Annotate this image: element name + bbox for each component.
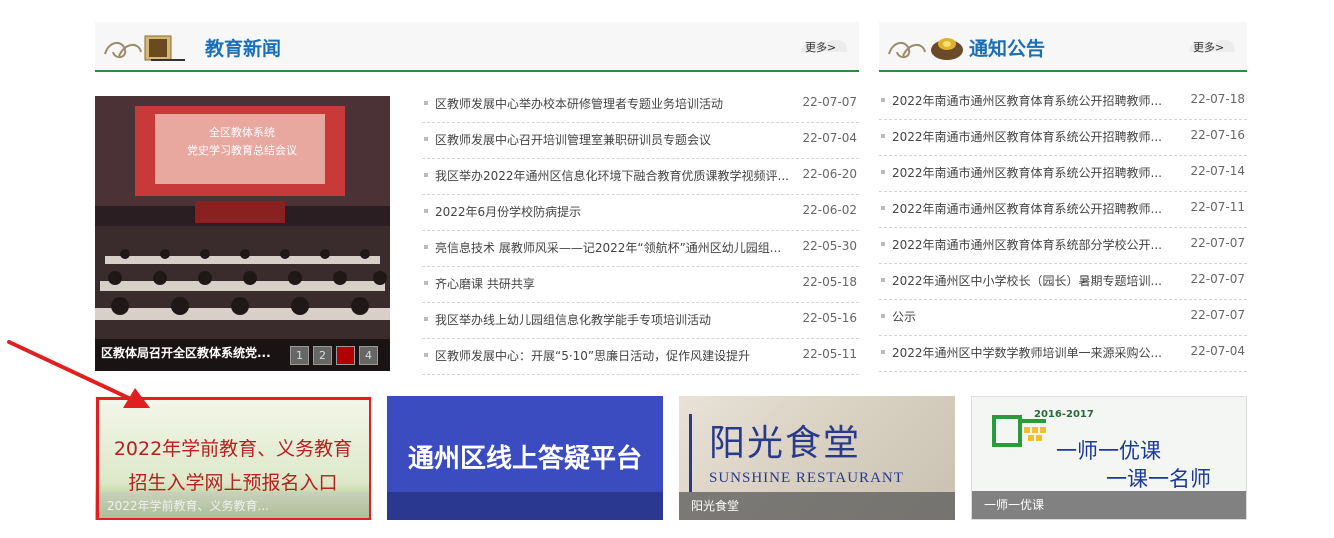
- list-item[interactable]: 区教师发展中心举办校本研修管理者专题业务培训活动 22-07-07: [422, 86, 859, 123]
- bullet-icon: [881, 350, 885, 354]
- news-item-date: 22-07-07: [802, 95, 857, 109]
- news-item-date: 22-05-18: [802, 275, 857, 289]
- list-item[interactable]: 我区举办2022年通州区信息化环境下融合教育优质课教学视频评... 22-06-2…: [422, 158, 859, 195]
- bullet-icon: [881, 98, 885, 102]
- bullet-icon: [881, 314, 885, 318]
- notice-item-title[interactable]: 公示: [892, 308, 916, 325]
- bullet-icon: [424, 173, 428, 177]
- canteen-title-cn: 阳光食堂: [709, 423, 862, 464]
- qa-platform-footer-bar: [387, 492, 663, 520]
- tea-bowl-icon: [888, 38, 963, 60]
- list-item[interactable]: 我区举办线上幼儿园组信息化教学能手专项培训活动 22-05-16: [422, 302, 859, 339]
- list-item[interactable]: 2022年南通市通州区教育体育系统公开招聘教师... 22-07-18: [879, 83, 1247, 120]
- pager-dot-1[interactable]: 1: [290, 346, 309, 365]
- news-item-title[interactable]: 区教师发展中心召开培训管理室兼职研训员专题会议: [435, 131, 711, 148]
- qa-platform-banner[interactable]: 通州区线上答疑平台: [387, 396, 663, 520]
- notice-item-date: 22-07-14: [1190, 164, 1245, 178]
- list-item[interactable]: 区教师发展中心：开展“5·10”思廉日活动，促作风建设提升 22-05-11: [422, 338, 859, 375]
- news-item-title[interactable]: 区教师发展中心举办校本研修管理者专题业务培训活动: [435, 95, 723, 112]
- news-item-title[interactable]: 齐心磨课 共研共享: [435, 275, 535, 292]
- list-item[interactable]: 亮信息技术 展教师风采——记2022年“领航杯”通州区幼儿园组... 22-05-…: [422, 230, 859, 267]
- news-item-date: 22-05-30: [802, 239, 857, 253]
- news-more-button[interactable]: 更多>: [799, 34, 851, 60]
- notice-item-title[interactable]: 2022年南通市通州区教育体育系统公开招聘教师...: [892, 92, 1162, 109]
- annotation-arrow-icon: [7, 340, 150, 408]
- bullet-icon: [881, 206, 885, 210]
- qa-platform-text: 通州区线上答疑平台: [407, 444, 642, 474]
- list-item[interactable]: 2022年南通市通州区教育体育系统公开招聘教师... 22-07-14: [879, 155, 1247, 192]
- list-item[interactable]: 2022年6月份学校防病提示 22-06-02: [422, 194, 859, 231]
- news-item-title[interactable]: 区教师发展中心：开展“5·10”思廉日活动，促作风建设提升: [435, 347, 750, 364]
- list-item[interactable]: 2022年南通市通州区教育体育系统部分学校公开... 22-07-07: [879, 227, 1247, 264]
- list-item[interactable]: 2022年通州区中学数学教师培训单一来源采购公... 22-07-04: [879, 335, 1247, 372]
- news-item-date: 22-06-20: [802, 167, 857, 181]
- notice-item-title[interactable]: 2022年通州区中学数学教师培训单一来源采购公...: [892, 344, 1162, 361]
- bullet-icon: [881, 134, 885, 138]
- list-item[interactable]: 齐心磨课 共研共享 22-05-18: [422, 266, 859, 303]
- bullet-icon: [881, 242, 885, 246]
- news-item-title[interactable]: 2022年6月份学校防病提示: [435, 203, 581, 220]
- notice-item-date: 22-07-18: [1190, 92, 1245, 106]
- bullet-icon: [424, 281, 428, 285]
- notice-item-title[interactable]: 2022年南通市通州区教育体育系统公开招聘教师...: [892, 128, 1162, 145]
- notice-item-date: 22-07-11: [1190, 200, 1245, 214]
- featured-news-image[interactable]: 全区教体系统 党史学习教育总结会议 区教体局召开全区教体系统党... 1 2 3…: [95, 96, 390, 371]
- notice-item-date: 22-07-04: [1190, 344, 1245, 358]
- photo-banner-line2: 党史学习教育总结会议: [187, 143, 297, 157]
- notice-item-date: 22-07-07: [1190, 272, 1245, 286]
- one-teacher-banner[interactable]: 2016-2017 一师一优课 一课一名师 一师一优课: [971, 396, 1247, 520]
- notice-item-title[interactable]: 2022年南通市通州区教育体育系统公开招聘教师...: [892, 164, 1162, 181]
- notice-item-title[interactable]: 2022年通州区中小学校长（园长）暑期专题培训...: [892, 272, 1162, 289]
- notice-more-button[interactable]: 更多>: [1187, 34, 1239, 60]
- bullet-icon: [424, 317, 428, 321]
- news-item-date: 22-05-16: [802, 311, 857, 325]
- notice-item-title[interactable]: 2022年南通市通州区教育体育系统公开招聘教师...: [892, 200, 1162, 217]
- news-item-date: 22-06-02: [802, 203, 857, 217]
- bullet-icon: [424, 101, 428, 105]
- notice-item-date: 22-07-16: [1190, 128, 1245, 142]
- course-year: 2016-2017: [1034, 409, 1094, 420]
- news-more-label: 更多>: [805, 41, 837, 54]
- notice-panel-header: 通知公告 更多>: [879, 22, 1247, 72]
- bullet-icon: [424, 353, 428, 357]
- news-panel-header: 教育新闻 更多>: [95, 22, 859, 72]
- list-item[interactable]: 2022年南通市通州区教育体育系统公开招聘教师... 22-07-16: [879, 119, 1247, 156]
- news-title: 教育新闻: [205, 38, 282, 60]
- list-item[interactable]: 区教师发展中心召开培训管理室兼职研训员专题会议 22-07-04: [422, 122, 859, 159]
- sunshine-canteen-banner[interactable]: 阳光食堂 SUNSHINE RESTAURANT 阳光食堂: [679, 396, 955, 520]
- bullet-icon: [424, 137, 428, 141]
- course-line-1: 一师一优课: [1056, 439, 1161, 463]
- meeting-hall-photo: 全区教体系统 党史学习教育总结会议: [95, 96, 390, 371]
- accent-bar: [689, 414, 692, 492]
- notice-item-title[interactable]: 2022年南通市通州区教育体育系统部分学校公开...: [892, 236, 1162, 253]
- bullet-icon: [424, 209, 428, 213]
- news-item-title[interactable]: 我区举办2022年通州区信息化环境下融合教育优质课教学视频评...: [435, 167, 789, 184]
- list-item[interactable]: 2022年通州区中小学校长（园长）暑期专题培训... 22-07-07: [879, 263, 1247, 300]
- pager-dot-3[interactable]: 3: [336, 346, 355, 365]
- pager-dot-4[interactable]: 4: [359, 346, 378, 365]
- course-line-2: 一课一名师: [1106, 467, 1211, 491]
- banner-label: 一师一优课: [984, 498, 1045, 512]
- bullet-icon: [424, 245, 428, 249]
- banner-label: 阳光食堂: [691, 499, 740, 513]
- news-list: 区教师发展中心举办校本研修管理者专题业务培训活动 22-07-07 区教师发展中心…: [422, 86, 859, 376]
- scroll-book-icon: [104, 35, 185, 61]
- notice-more-label: 更多>: [1193, 41, 1225, 54]
- pager-dot-2[interactable]: 2: [313, 346, 332, 365]
- news-item-title[interactable]: 亮信息技术 展教师风采——记2022年“领航杯”通州区幼儿园组...: [435, 239, 781, 256]
- notice-title: 通知公告: [969, 38, 1046, 60]
- photo-banner-line1: 全区教体系统: [209, 125, 275, 139]
- canteen-title-en: SUNSHINE RESTAURANT: [709, 470, 904, 486]
- bullet-icon: [881, 278, 885, 282]
- news-item-date: 22-05-11: [802, 347, 857, 361]
- bullet-icon: [881, 170, 885, 174]
- notice-item-date: 22-07-07: [1190, 236, 1245, 250]
- notice-list: 2022年南通市通州区教育体育系统公开招聘教师... 22-07-18 2022年…: [879, 83, 1247, 373]
- slider-pager: 1 2 3 4: [290, 346, 378, 365]
- list-item[interactable]: 2022年南通市通州区教育体育系统公开招聘教师... 22-07-11: [879, 191, 1247, 228]
- news-item-title[interactable]: 我区举办线上幼儿园组信息化教学能手专项培训活动: [435, 311, 711, 328]
- news-item-date: 22-07-04: [802, 131, 857, 145]
- notice-item-date: 22-07-07: [1190, 308, 1245, 322]
- list-item[interactable]: 公示 22-07-07: [879, 299, 1247, 336]
